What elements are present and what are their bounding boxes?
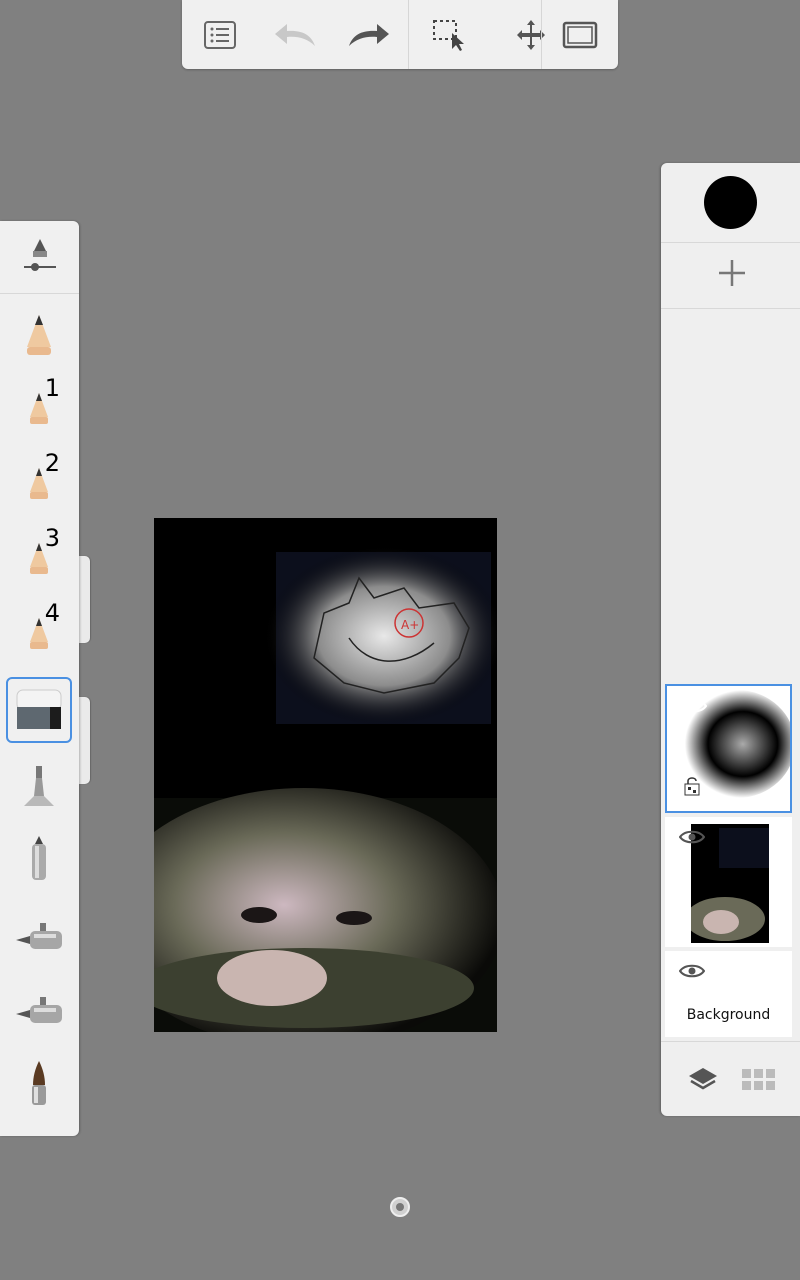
paintbrush-brush[interactable] <box>6 1051 72 1117</box>
palette-drag-tab[interactable] <box>79 697 90 784</box>
marker-icon <box>32 836 46 880</box>
brush-palette: 1 2 3 4 <box>0 221 79 1136</box>
visibility-eye-icon[interactable] <box>680 698 708 718</box>
marker-brush[interactable] <box>6 826 72 892</box>
eraser-icon <box>16 689 62 729</box>
visibility-eye-icon[interactable] <box>678 963 706 983</box>
airbrush-brush[interactable] <box>6 754 72 820</box>
redo-icon[interactable] <box>346 12 392 58</box>
grid-icon[interactable] <box>741 1068 777 1096</box>
layers-icon[interactable] <box>687 1066 719 1098</box>
eraser-brush[interactable] <box>6 677 72 743</box>
svg-text:A+: A+ <box>401 618 419 632</box>
paintbrush-icon <box>32 1061 46 1105</box>
pencil-4-brush[interactable]: 4 <box>6 599 72 667</box>
toolbar-separator <box>408 0 409 69</box>
list-icon[interactable] <box>197 12 243 58</box>
background-layer-label: Background <box>686 1007 771 1023</box>
layer-panel: Background <box>661 163 800 1116</box>
layer-thumbnail-1[interactable] <box>665 684 792 813</box>
panel-divider <box>661 308 800 309</box>
brush-number-label: 1 <box>44 374 60 402</box>
pencil-3-brush[interactable]: 3 <box>6 524 72 592</box>
palette-drag-tab[interactable] <box>79 556 90 643</box>
pencil-1-brush[interactable]: 1 <box>6 374 72 442</box>
visibility-eye-icon[interactable] <box>678 829 706 849</box>
undo-icon[interactable] <box>272 12 318 58</box>
move-icon[interactable] <box>508 12 554 58</box>
brush-size-slider-icon[interactable] <box>0 221 79 294</box>
lock-icon[interactable] <box>683 776 701 800</box>
brush-number-label: 3 <box>44 524 60 552</box>
layer-panel-footer <box>661 1041 800 1116</box>
smear-icon <box>16 923 62 949</box>
pencil-2-brush[interactable]: 2 <box>6 449 72 517</box>
lagoon-menu-icon[interactable] <box>389 1196 411 1218</box>
layer-background[interactable]: Background <box>665 951 792 1037</box>
canvas-artwork: A+ <box>154 518 497 1032</box>
pencil-brush[interactable] <box>6 303 72 369</box>
fullscreen-icon[interactable] <box>557 12 603 58</box>
toolbar-separator <box>541 0 542 69</box>
color-picker-swatch[interactable] <box>704 176 757 229</box>
smear-brush[interactable] <box>6 904 72 970</box>
layer-thumbnail-2[interactable] <box>665 817 792 947</box>
brush-number-label: 2 <box>44 449 60 477</box>
blur-brush[interactable] <box>6 978 72 1044</box>
brush-number-label: 4 <box>44 599 60 627</box>
add-layer-button[interactable] <box>710 251 754 295</box>
panel-divider <box>661 242 800 243</box>
drawing-canvas[interactable]: A+ <box>154 518 497 1032</box>
pencil-icon <box>27 315 51 355</box>
blur-icon <box>16 997 62 1023</box>
plus-icon <box>719 260 745 286</box>
selection-icon[interactable] <box>427 12 473 58</box>
airbrush-icon <box>24 766 54 806</box>
top-toolbar <box>182 0 618 69</box>
